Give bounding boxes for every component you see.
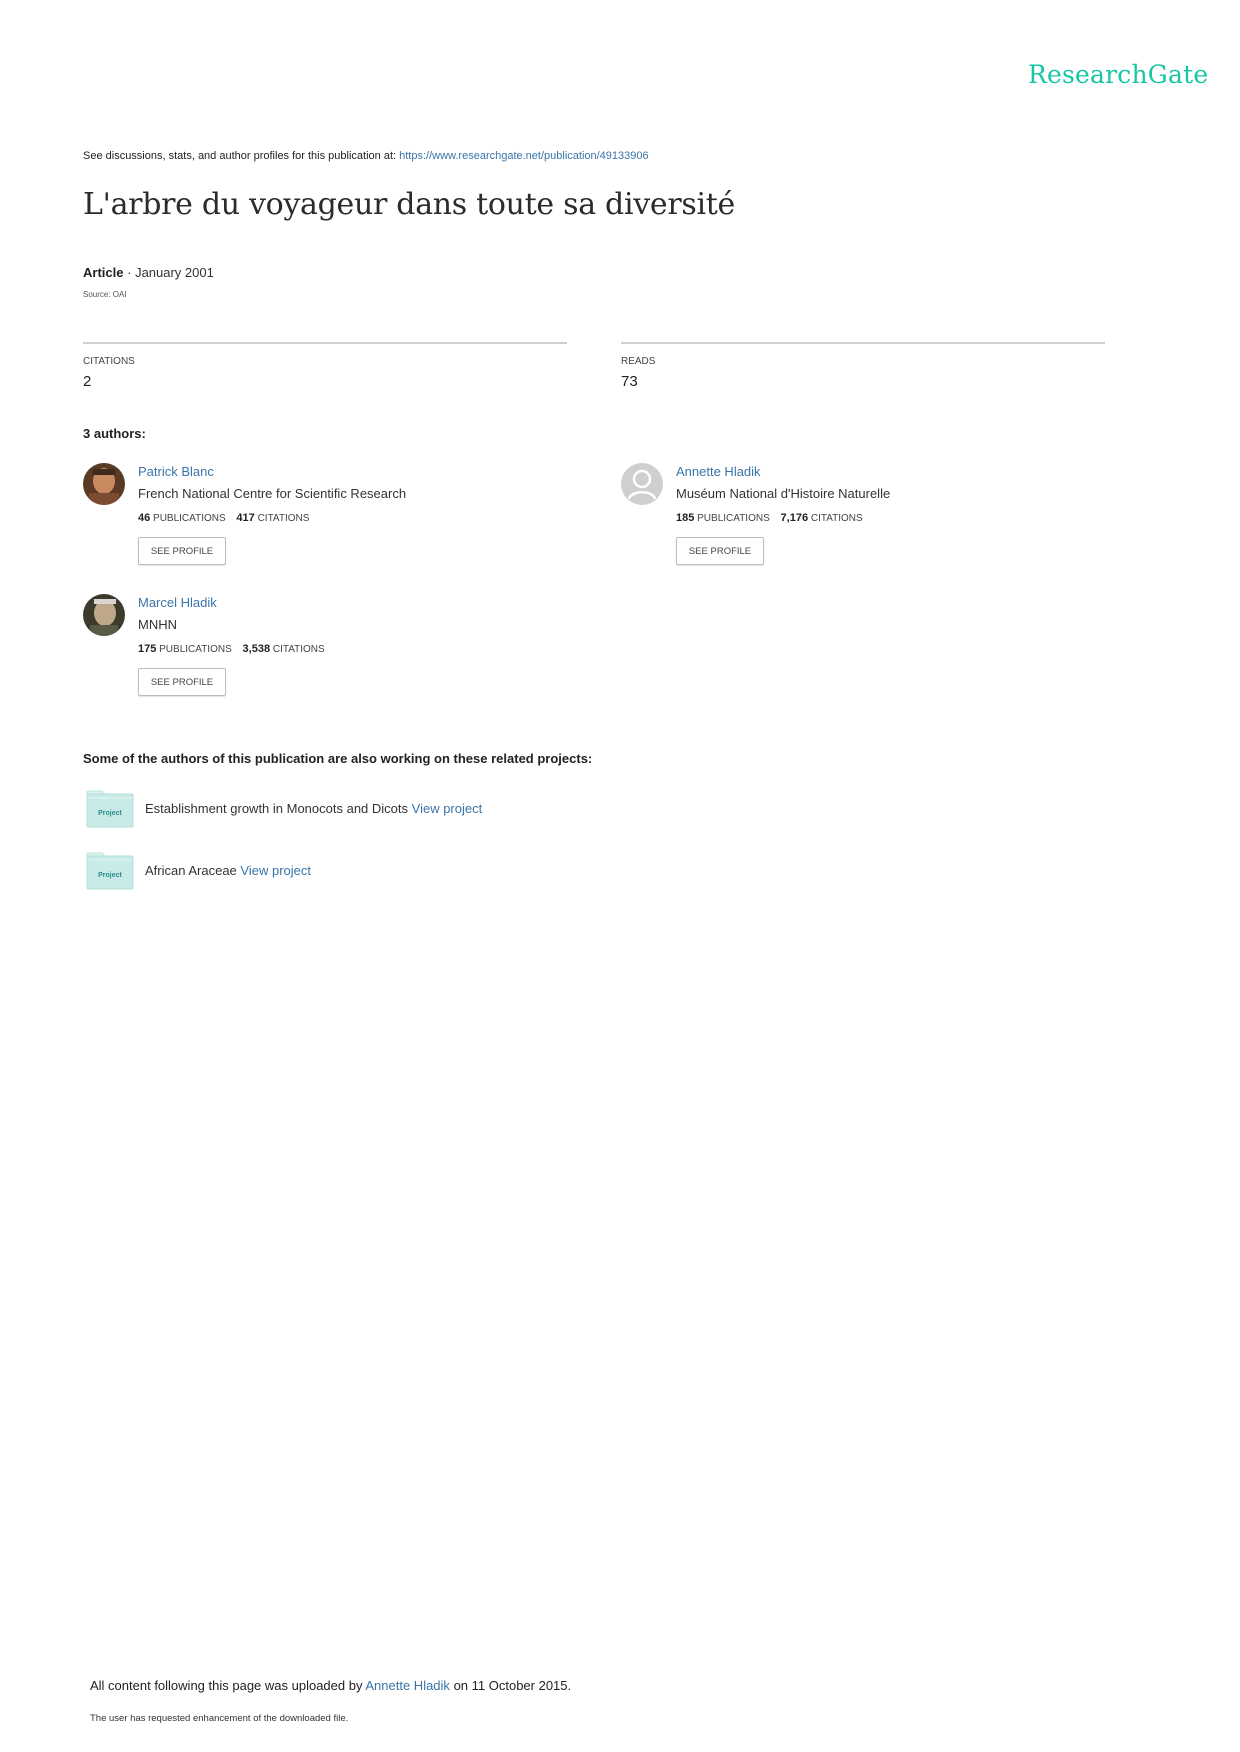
upload-note: All content following this page was uplo…	[90, 1678, 571, 1693]
author-name-link[interactable]: Annette Hladik	[676, 464, 761, 479]
reads-count: 73	[621, 373, 638, 390]
author-publications-label: PUBLICATIONS	[159, 644, 232, 655]
publication-url-link[interactable]: https://www.researchgate.net/publication…	[399, 150, 649, 162]
project-badge-text: Project	[98, 810, 122, 817]
publication-title: L'arbre du voyageur dans toute sa divers…	[83, 187, 735, 222]
author-avatar[interactable]	[83, 463, 125, 505]
type-separator: ·	[127, 265, 132, 280]
author-stats: 46 PUBLICATIONS 417 CITATIONS	[138, 512, 309, 524]
see-profile-button[interactable]: SEE PROFILE	[138, 668, 226, 696]
upload-prefix: All content following this page was uplo…	[90, 1678, 363, 1693]
author-publications-count: 46	[138, 512, 151, 524]
author-avatar[interactable]	[83, 594, 125, 636]
author-card-patrick-blanc: Patrick Blanc French National Centre for…	[83, 463, 563, 583]
author-stats: 175 PUBLICATIONS 3,538 CITATIONS	[138, 643, 325, 655]
publication-type-line: Article · January 2001	[83, 265, 214, 280]
author-publications-label: PUBLICATIONS	[697, 513, 770, 524]
project-line: African Araceae View project	[145, 863, 311, 878]
default-avatar-icon[interactable]	[621, 463, 663, 505]
reads-divider	[621, 342, 1105, 344]
view-project-link[interactable]: View project	[412, 801, 483, 816]
author-institution: Muséum National d'Histoire Naturelle	[676, 486, 891, 501]
project-line: Establishment growth in Monocots and Dic…	[145, 801, 482, 816]
author-citations-count: 3,538	[242, 643, 271, 655]
project-item: Project Establishment growth in Monocots…	[86, 790, 786, 830]
project-badge-text: Project	[98, 872, 122, 879]
author-publications-count: 175	[138, 643, 157, 655]
authors-heading: 3 authors:	[83, 426, 146, 441]
author-name-link[interactable]: Patrick Blanc	[138, 464, 214, 479]
author-citations-count: 417	[236, 512, 255, 524]
author-card-annette-hladik: Annette Hladik Muséum National d'Histoir…	[621, 463, 1101, 583]
author-citations-label: CITATIONS	[272, 644, 325, 655]
author-card-marcel-hladik: Marcel Hladik MNHN 175 PUBLICATIONS 3,53…	[83, 594, 563, 714]
project-folder-icon: Project	[86, 790, 134, 828]
related-projects-heading: Some of the authors of this publication …	[83, 751, 593, 766]
researchgate-logo[interactable]: ResearchGate	[1028, 60, 1208, 89]
author-citations-count: 7,176	[780, 512, 809, 524]
project-item: Project African Araceae View project	[86, 852, 786, 892]
citations-count: 2	[83, 373, 92, 390]
see-discussions-text: See discussions, stats, and author profi…	[83, 150, 397, 162]
publication-date: January 2001	[135, 265, 214, 280]
uploader-link[interactable]: Annette Hladik	[365, 1678, 450, 1693]
view-project-link[interactable]: View project	[240, 863, 311, 878]
publication-source: Source: OAI	[83, 290, 127, 299]
see-discussions-line: See discussions, stats, and author profi…	[83, 150, 649, 162]
reads-label: READS	[621, 356, 656, 367]
author-publications-count: 185	[676, 512, 695, 524]
author-publications-label: PUBLICATIONS	[153, 513, 226, 524]
see-profile-button[interactable]: SEE PROFILE	[138, 537, 226, 565]
upload-suffix: on 11 October 2015.	[453, 1678, 572, 1693]
author-citations-label: CITATIONS	[810, 513, 863, 524]
project-name: African Araceae	[145, 863, 237, 878]
project-name: Establishment growth in Monocots and Dic…	[145, 801, 409, 816]
see-profile-button[interactable]: SEE PROFILE	[676, 537, 764, 565]
citations-label: CITATIONS	[83, 356, 135, 367]
author-institution: French National Centre for Scientific Re…	[138, 486, 407, 501]
publication-type: Article	[83, 265, 124, 280]
project-folder-icon: Project	[86, 852, 134, 890]
enhancement-note: The user has requested enhancement of th…	[90, 1713, 349, 1724]
author-institution: MNHN	[138, 617, 177, 632]
citations-divider	[83, 342, 567, 344]
author-name-link[interactable]: Marcel Hladik	[138, 595, 217, 610]
author-citations-label: CITATIONS	[257, 513, 310, 524]
author-stats: 185 PUBLICATIONS 7,176 CITATIONS	[676, 512, 863, 524]
